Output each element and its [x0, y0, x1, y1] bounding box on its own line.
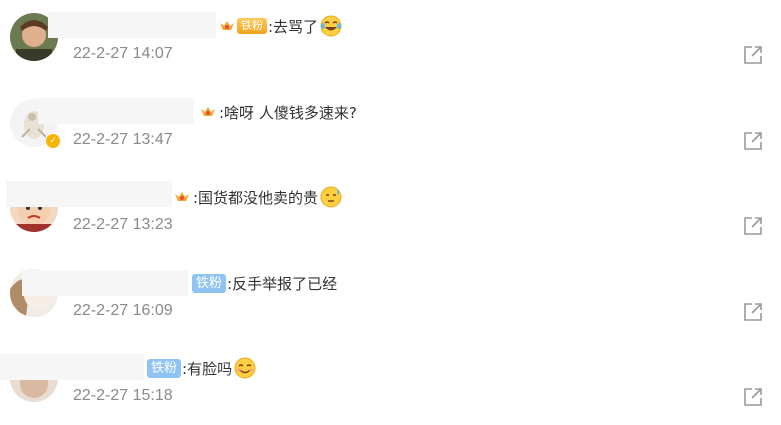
crown-icon	[175, 192, 189, 201]
comment-line: :啥呀 人傻钱多速来?	[200, 99, 357, 125]
username-mask	[6, 181, 172, 207]
crown-icon	[220, 21, 234, 30]
timestamp: 22-2-27 15:18	[73, 387, 173, 404]
share-external-icon[interactable]	[742, 130, 764, 152]
verified-icon: ✓	[45, 133, 61, 149]
comment-item: ✓ :啥呀 人傻钱多速来? 22-2-27 13:47	[0, 85, 781, 170]
comment-text: :啥呀 人傻钱多速来?	[219, 103, 357, 122]
comment-text: :有脸吗	[182, 359, 233, 378]
comment-line: 铁粉 :有脸吗	[147, 355, 256, 381]
comment-text: :国货都没他卖的贵	[193, 188, 319, 207]
sweat-emoji	[320, 186, 342, 208]
timestamp: 22-2-27 13:23	[73, 216, 173, 233]
comment-line: 铁粉 :反手举报了已经	[192, 270, 337, 296]
timestamp: 22-2-27 13:47	[73, 131, 173, 148]
laugh-cry-emoji	[320, 15, 342, 37]
share-external-icon[interactable]	[742, 44, 764, 66]
comment-item: 铁粉 :反手举报了已经 22-2-27 16:09	[0, 255, 781, 340]
share-external-icon[interactable]	[742, 386, 764, 408]
comment-item: 铁粉 :去骂了 22-2-27 14:07	[0, 0, 781, 85]
fan-badge: 铁粉	[192, 273, 227, 293]
crown-icon	[201, 107, 215, 116]
comment-line: :国货都没他卖的贵	[174, 184, 342, 210]
comment-item: 铁粉 :有脸吗 22-2-27 15:18	[0, 340, 781, 425]
username-mask	[48, 12, 216, 38]
share-external-icon[interactable]	[742, 301, 764, 323]
username-mask	[38, 98, 194, 124]
fan-badge: 铁粉	[147, 358, 182, 378]
username-mask	[22, 270, 188, 296]
smile-emoji	[234, 357, 256, 379]
share-external-icon[interactable]	[742, 215, 764, 237]
comment-text: :反手举报了已经	[227, 274, 338, 293]
timestamp: 22-2-27 16:09	[73, 302, 173, 319]
comment-item: :国货都没他卖的贵 22-2-27 13:23	[0, 170, 781, 255]
username-mask	[0, 354, 144, 380]
comment-text: :去骂了	[268, 17, 319, 36]
comment-line: 铁粉 :去骂了	[219, 13, 342, 39]
fan-badge: 铁粉	[237, 18, 267, 34]
timestamp: 22-2-27 14:07	[73, 45, 173, 62]
